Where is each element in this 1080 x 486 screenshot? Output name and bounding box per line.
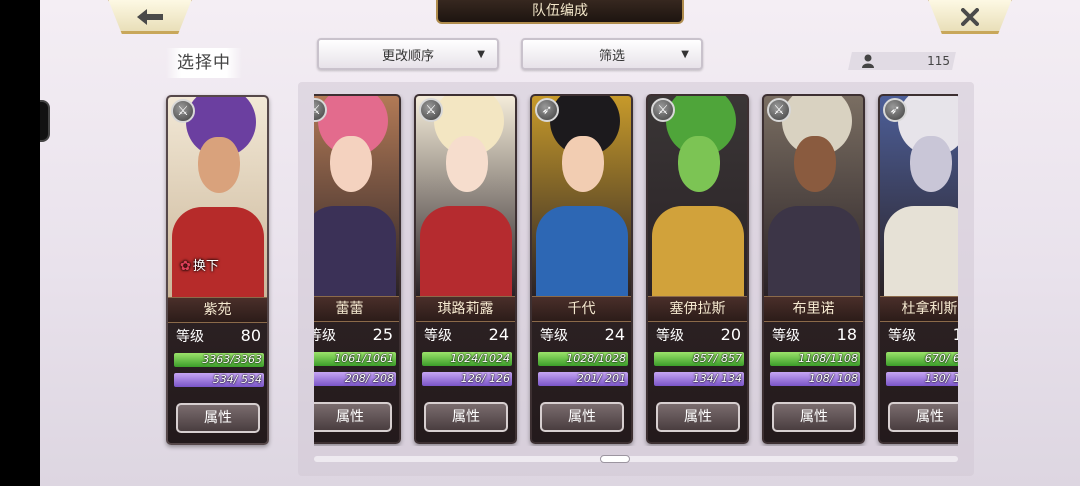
hp-bar: 1108/1108 [770, 352, 860, 366]
mp-bar: 208/ 208 [314, 372, 396, 386]
unit-level-row: 等级 24 [416, 325, 515, 347]
unit-card[interactable]: ⚔蕾蕾等级251061/1061208/ 208属性 [314, 94, 401, 444]
flower-icon: ✿ [180, 259, 191, 274]
filter-label: 筛选 [598, 48, 625, 64]
unit-portrait [314, 96, 399, 296]
level-label: 等级 [656, 328, 684, 344]
level-label: 等级 [424, 328, 452, 344]
scrollbar[interactable] [314, 455, 958, 463]
level-label: 等级 [772, 328, 800, 344]
swap-out-button[interactable]: ✿ 换下 [180, 255, 219, 274]
level-label: 等级 [888, 328, 916, 344]
level-value: 18 [836, 325, 857, 344]
unit-name: 琪路莉露 [416, 296, 515, 322]
mp-bar: 108/ 108 [770, 372, 860, 386]
unit-card[interactable]: ⚔ 布里诺等级 18 1108/1108 108/ 108 属性 [762, 94, 865, 444]
unit-portrait [416, 96, 515, 296]
level-value: 24 [604, 325, 625, 344]
attribute-button[interactable]: 属性 [424, 402, 508, 432]
unit-count: 115 [858, 52, 954, 70]
close-button[interactable] [926, 0, 1014, 34]
unit-portrait [648, 96, 747, 296]
level-value: 15 [953, 325, 958, 347]
unit-level-row: 等级 20 [648, 325, 747, 347]
filter-dropdown[interactable]: 筛选 ▼ [521, 38, 703, 70]
unit-name: 杜拿利斯 [880, 296, 958, 322]
team-formation-screen: 队伍编成 选择中 更改顺序 ▼ 筛选 ▼ 115 ⚔ ✿ 换下 紫苑 等级 80… [40, 0, 1080, 486]
hp-bar: 1061/1061 [314, 352, 396, 366]
unit-list-viewport[interactable]: ⚔ 蕾蕾等级 25 1061/1061 208/ 208 属性 ⚔ 琪路莉露等级 24 1024/… [314, 94, 958, 446]
unit-portrait [764, 96, 863, 296]
unit-level-row: 等级 80 [168, 326, 267, 348]
selecting-label: 选择中 [166, 48, 242, 78]
selected-unit-card[interactable]: ⚔ ✿ 换下 紫苑 等级 80 3363/3363 534/ 534 属性 [166, 95, 269, 445]
unit-portrait [532, 96, 631, 296]
unit-list-panel: ⚔ 蕾蕾等级 25 1061/1061 208/ 208 属性 ⚔ 琪路莉露等级 24 1024/… [298, 82, 974, 476]
level-label: 等级 [176, 329, 204, 345]
mp-bar: 534/ 534 [174, 373, 264, 387]
hp-bar: 857/ 857 [654, 352, 744, 366]
unit-count-value: 115 [927, 54, 950, 68]
unit-card[interactable]: ➶ 千代等级 24 1028/1028 201/ 201 属性 [530, 94, 633, 444]
unit-name: 紫苑 [168, 297, 267, 323]
sword-icon: ⚔ [171, 99, 195, 123]
unit-name: 塞伊拉斯 [648, 296, 747, 322]
level-value: 25 [372, 325, 393, 344]
sword-icon: ⚔ [419, 98, 443, 122]
unit-level-row: 等级 18 [764, 325, 863, 347]
unit-level-row: 等级 15 [880, 325, 958, 347]
attribute-button[interactable]: 属性 [656, 402, 740, 432]
mp-bar: 126/ 126 [422, 372, 512, 386]
sort-order-label: 更改顺序 [381, 48, 434, 64]
dropdown-arrow-icon: ▼ [477, 49, 485, 60]
unit-name: 千代 [532, 296, 631, 322]
spear-icon: ➶ [883, 98, 907, 122]
dropdown-arrow-icon: ▼ [681, 49, 689, 60]
user-icon [862, 54, 874, 68]
hp-bar: 670/ 670 [886, 352, 958, 366]
spear-icon: ➶ [535, 98, 559, 122]
side-handle [40, 100, 50, 142]
attribute-button[interactable]: 属性 [176, 403, 260, 433]
unit-card[interactable]: ⚔ 塞伊拉斯等级 20 857/ 857 134/ 134 属性 [646, 94, 749, 444]
unit-name: 蕾蕾 [314, 296, 399, 322]
hp-bar: 3363/3363 [174, 353, 264, 367]
sword-icon: ⚔ [767, 98, 791, 122]
hp-bar: 1024/1024 [422, 352, 512, 366]
level-value: 80 [240, 326, 261, 345]
attribute-button[interactable]: 属性 [540, 402, 624, 432]
unit-level-row: 等级 24 [532, 325, 631, 347]
close-icon [961, 8, 979, 26]
scrollbar-thumb[interactable] [600, 455, 630, 463]
attribute-button[interactable]: 属性 [772, 402, 856, 432]
level-label: 等级 [540, 328, 568, 344]
back-button[interactable] [106, 0, 194, 34]
back-arrow-icon [137, 9, 163, 25]
unit-card[interactable]: ⚔ 琪路莉露等级 24 1024/1024 126/ 126 属性 [414, 94, 517, 444]
attribute-button[interactable]: 属性 [888, 402, 958, 432]
mp-bar: 134/ 134 [654, 372, 744, 386]
level-value: 20 [720, 325, 741, 344]
unit-portrait [880, 96, 958, 296]
level-label: 等级 [314, 328, 336, 344]
level-value: 24 [488, 325, 509, 344]
unit-name: 布里诺 [764, 296, 863, 322]
unit-card[interactable]: ➶ 杜拿利斯等级 15 670/ 670 130/ 130 属性 [878, 94, 958, 444]
hp-bar: 1028/1028 [538, 352, 628, 366]
page-title: 队伍编成 [436, 0, 684, 24]
sort-order-dropdown[interactable]: 更改顺序 ▼ [317, 38, 499, 70]
attribute-button[interactable]: 属性 [314, 402, 392, 432]
mp-bar: 201/ 201 [538, 372, 628, 386]
sword-icon: ⚔ [651, 98, 675, 122]
unit-level-row: 等级 25 [314, 325, 399, 347]
mp-bar: 130/ 130 [886, 372, 958, 386]
